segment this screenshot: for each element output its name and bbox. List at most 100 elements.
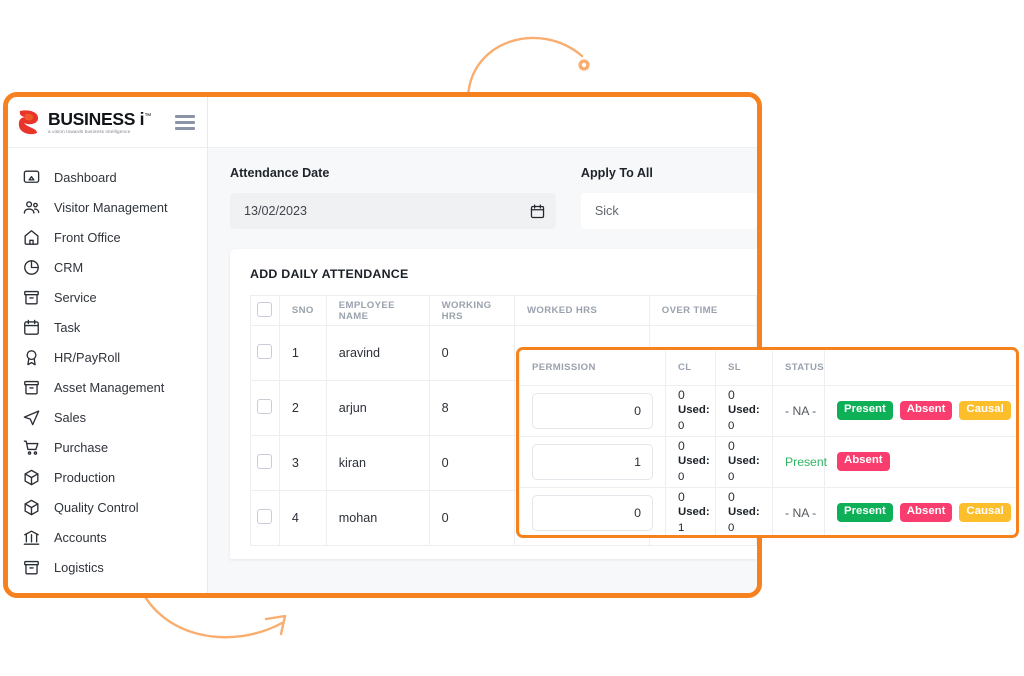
hamburger-menu-icon[interactable] [175, 114, 195, 130]
cell-sno: 2 [278, 380, 327, 436]
sidebar-item-accounts[interactable]: Accounts [8, 522, 207, 552]
cell-status: - NA - [772, 487, 825, 535]
sidebar-item-label: Production [54, 469, 116, 485]
cell-permission[interactable]: 0 [519, 487, 666, 535]
attendance-date-value: 13/02/2023 [244, 204, 308, 218]
cell-cl: 0 Used: 1 [665, 487, 716, 535]
row-checkbox[interactable] [257, 344, 273, 359]
sidebar-item-hr-payroll[interactable]: HR/PayRoll [8, 342, 207, 372]
status-badge: - NA - [785, 505, 817, 520]
sidebar-item-visitor-management[interactable]: Visitor Management [8, 192, 207, 222]
column-header-sno: SNO [278, 295, 327, 326]
overlay-row[interactable]: 0 0 Used: 1 0 Used: 0 - NA - Present Abs… [519, 487, 1019, 535]
causal-button[interactable]: Causal [959, 401, 1011, 420]
box-archive-icon [22, 378, 41, 397]
cl-used-label: Used: [678, 404, 710, 417]
present-button[interactable]: Present [837, 503, 893, 522]
column-header-permission: PERMISSION [519, 350, 666, 386]
column-header-cl: CL [665, 350, 716, 386]
status-badge: - NA - [785, 403, 817, 418]
calendar-icon[interactable] [529, 203, 546, 220]
permission-input[interactable]: 0 [532, 494, 653, 531]
sidebar-item-service[interactable]: Service [8, 282, 207, 312]
paper-plane-icon [22, 408, 41, 427]
status-action-buttons: Absent [837, 452, 1004, 471]
sidebar-item-production[interactable]: Production [8, 462, 207, 492]
sidebar-item-logistics[interactable]: Logistics [8, 552, 207, 582]
cube-icon [22, 498, 41, 517]
cl-balance: 0 [678, 489, 685, 504]
row-checkbox[interactable] [257, 509, 273, 524]
home-icon [22, 228, 41, 247]
cell-permission[interactable]: 1 [519, 436, 666, 488]
sidebar-item-asset-management[interactable]: Asset Management [8, 372, 207, 402]
sidebar-nav: Dashboard Visitor Management Front Offic… [8, 148, 207, 582]
sl-used-value: 0 [728, 521, 735, 534]
sidebar-item-label: Dashboard [54, 169, 117, 185]
cell-sno: 3 [278, 435, 327, 491]
attendance-status-overlay-panel: PERMISSION CL SL STATUS 0 0 Used: 0 0 Us… [516, 347, 1019, 538]
sl-used-label: Used: [728, 506, 760, 519]
sidebar-item-dashboard[interactable]: Dashboard [8, 162, 207, 192]
sick-button[interactable]: Sick [1018, 503, 1019, 521]
sidebar-item-purchase[interactable]: Purchase [8, 432, 207, 462]
sidebar-item-crm[interactable]: CRM [8, 252, 207, 282]
cell-cl: 0 Used: 0 [665, 385, 716, 437]
cell-actions: Present Absent Causal Sick [824, 385, 1019, 437]
sidebar-item-front-office[interactable]: Front Office [8, 222, 207, 252]
page-title: ADD DAILY ATTENDANCE [250, 267, 409, 281]
sidebar-item-label: Purchase [54, 439, 109, 455]
sidebar-item-sales[interactable]: Sales [8, 402, 207, 432]
form-fields-row: Attendance Date 13/02/2023 Apply To All [230, 166, 757, 229]
cell-sl: 0 Used: 0 [715, 385, 773, 437]
cell-permission[interactable]: 0 [519, 385, 666, 437]
column-header-worked-hrs: WORKED HRS [514, 295, 650, 326]
overlay-row[interactable]: 1 0 Used: 0 0 Used: 0 Present Absent [519, 436, 1016, 488]
cl-used-value: 1 [678, 521, 685, 534]
cl-balance: 0 [678, 438, 685, 453]
sidebar-item-quality-control[interactable]: Quality Control [8, 492, 207, 522]
attendance-date-input[interactable]: 13/02/2023 [230, 193, 556, 229]
overlay-header-row: PERMISSION CL SL STATUS [519, 350, 1016, 386]
cell-working-hrs: 8 [428, 380, 516, 436]
brand-name: BUSINESS i™ [48, 108, 151, 129]
select-all-checkbox[interactable] [257, 301, 273, 317]
apply-to-all-field: Apply To All Sick [580, 166, 757, 229]
cell-employee-name: arjun [325, 380, 430, 436]
overlay-table: PERMISSION CL SL STATUS 0 0 Used: 0 0 Us… [519, 350, 1019, 535]
apply-to-all-value: Sick [594, 204, 619, 218]
sl-used: Used: 0 [728, 403, 760, 434]
overlay-row[interactable]: 0 0 Used: 0 0 Used: 0 - NA - Present Abs… [519, 385, 1019, 437]
apply-to-all-select[interactable]: Sick [580, 193, 757, 229]
permission-input[interactable]: 0 [532, 392, 653, 429]
row-checkbox[interactable] [257, 454, 273, 469]
select-all-header [250, 295, 280, 326]
causal-button[interactable]: Causal [959, 503, 1011, 522]
cell-employee-name: kiran [325, 435, 430, 491]
sl-used-label: Used: [728, 455, 760, 468]
cell-status: - NA - [772, 385, 825, 437]
column-header-status: STATUS [772, 350, 825, 386]
column-header-over-time: OVER TIME [648, 295, 757, 326]
cell-working-hrs: 0 [428, 325, 516, 381]
cell-sl: 0 Used: 0 [715, 487, 773, 535]
permission-input[interactable]: 1 [532, 443, 653, 480]
absent-button[interactable]: Absent [837, 452, 890, 471]
present-button[interactable]: Present [837, 401, 893, 420]
sl-used-value: 0 [728, 419, 735, 432]
column-header-employee-name: EMPLOYEE NAME [325, 295, 430, 326]
cl-used: Used: 0 [678, 454, 710, 485]
sidebar-item-label: CRM [54, 259, 84, 275]
cell-working-hrs: 0 [428, 435, 516, 491]
monitor-icon [22, 168, 41, 187]
cube-icon [22, 468, 41, 487]
cl-used: Used: 1 [678, 505, 710, 535]
sick-button[interactable]: Sick [1018, 401, 1019, 419]
row-checkbox[interactable] [257, 399, 273, 414]
cell-sno: 1 [278, 325, 327, 381]
curved-arrow-top-icon [466, 36, 590, 100]
absent-button[interactable]: Absent [899, 503, 953, 522]
sidebar-item-task[interactable]: Task [8, 312, 207, 342]
absent-button[interactable]: Absent [899, 401, 953, 420]
pie-chart-icon [22, 258, 41, 277]
